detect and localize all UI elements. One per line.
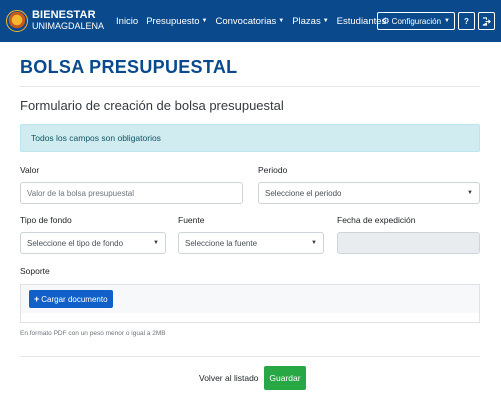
divider xyxy=(20,86,480,87)
config-button[interactable]: ⚙ Configuración ▼ xyxy=(376,12,455,30)
nav-presupuesto[interactable]: Presupuesto ▼ xyxy=(146,16,207,27)
gear-icon: ⚙ xyxy=(381,15,390,26)
save-button[interactable]: Guardar xyxy=(264,366,306,390)
back-to-list-button[interactable]: Volver al listado xyxy=(195,368,263,388)
caret-down-icon: ▼ xyxy=(278,17,285,24)
plus-icon: + xyxy=(34,294,40,304)
caret-down-icon: ▼ xyxy=(201,17,208,24)
alert-text: Todos los campos son obligatorios xyxy=(31,133,161,143)
valor-label: Valor xyxy=(20,165,40,175)
tipo-fondo-label: Tipo de fondo xyxy=(20,215,72,225)
fecha-label: Fecha de expedición xyxy=(337,215,416,225)
nav-inicio[interactable]: Inicio xyxy=(116,16,138,27)
valor-placeholder: Valor de la bolsa presupuestal xyxy=(27,188,135,198)
logout-icon xyxy=(482,16,491,26)
chevron-down-icon: ▼ xyxy=(467,190,473,196)
top-navbar: BIENESTAR UNIMAGDALENA Inicio Presupuest… xyxy=(0,0,501,42)
valor-input[interactable]: Valor de la bolsa presupuestal xyxy=(20,182,243,204)
university-logo-icon xyxy=(6,10,28,32)
brand[interactable]: BIENESTAR UNIMAGDALENA xyxy=(6,10,104,32)
upload-document-button[interactable]: + Cargar documento xyxy=(29,290,113,308)
help-icon: ? xyxy=(464,16,469,26)
periodo-select[interactable]: Seleccione el periodo ▼ xyxy=(258,182,480,204)
fuente-label: Fuente xyxy=(178,215,205,225)
periodo-label: Periodo xyxy=(258,165,288,175)
info-alert: Todos los campos son obligatorios xyxy=(20,124,480,152)
help-button[interactable]: ? xyxy=(458,12,475,30)
caret-down-icon: ▼ xyxy=(444,18,450,24)
logout-button[interactable] xyxy=(478,12,495,30)
fecha-input xyxy=(337,232,480,254)
page-title: BOLSA PRESUPUESTAL xyxy=(20,57,238,77)
chevron-down-icon: ▼ xyxy=(153,240,159,246)
brand-subtitle: UNIMAGDALENA xyxy=(32,21,105,31)
file-list xyxy=(20,313,480,323)
divider xyxy=(20,356,480,357)
chevron-down-icon: ▼ xyxy=(311,240,317,246)
form-title: Formulario de creación de bolsa presupue… xyxy=(20,98,284,113)
caret-down-icon: ▼ xyxy=(322,17,329,24)
brand-title: BIENESTAR xyxy=(32,9,96,21)
tipo-fondo-select[interactable]: Seleccione el tipo de fondo ▼ xyxy=(20,232,166,254)
upload-help-text: En formato PDF con un peso menor o igual… xyxy=(20,330,166,337)
nav-convocatorias[interactable]: Convocatorias ▼ xyxy=(216,16,285,27)
fuente-value: Seleccione la fuente xyxy=(185,238,258,248)
tipo-fondo-value: Seleccione el tipo de fondo xyxy=(27,238,124,248)
nav-links: Inicio Presupuesto ▼ Convocatorias ▼ Plaza… xyxy=(116,16,394,27)
periodo-value: Seleccione el periodo xyxy=(265,188,342,198)
soporte-label: Soporte xyxy=(20,266,50,276)
nav-plazas[interactable]: Plazas ▼ xyxy=(292,16,328,27)
fuente-select[interactable]: Seleccione la fuente ▼ xyxy=(178,232,324,254)
